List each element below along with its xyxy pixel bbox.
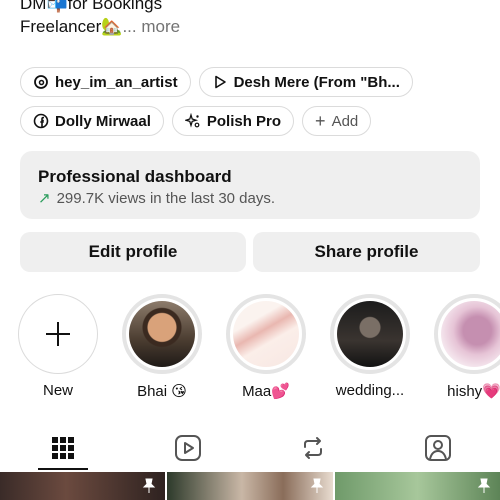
highlight-wedding[interactable]: wedding... [330,294,410,400]
highlight-cover-image [129,301,195,367]
share-profile-button[interactable]: Share profile [253,232,480,272]
music-title: Desh Mere (From "Bh... [233,73,400,91]
pin-icon [143,478,156,493]
highlight-label: wedding... [335,382,405,399]
add-label: Add [331,112,359,130]
bio-more-link[interactable]: ... more [122,17,180,36]
highlight-maa[interactable]: Maa💕 [226,294,306,400]
tab-reels[interactable] [125,426,250,470]
trend-up-arrow-icon: ↗ [38,190,51,207]
facebook-link-chip[interactable]: Dolly Mirwaal [20,106,164,136]
app-name: Polish Pro [206,112,282,130]
tab-posts-grid[interactable] [0,426,125,470]
reposts-icon [303,437,322,459]
story-highlights: New Bhai 😘 Maa💕 wedding... hishy💗 [18,294,500,400]
bio-line-freelancer: Freelancer🏡... more [20,17,181,36]
post-thumbnail[interactable] [167,472,333,500]
grid-icon [51,437,74,459]
plus-icon [46,322,70,346]
plus-icon: + [315,111,326,131]
dashboard-stat-text: 299.7K views in the last 30 days. [56,189,276,207]
reels-icon [174,435,201,461]
dashboard-title: Professional dashboard [38,167,232,186]
highlight-cover-image [233,301,299,367]
tab-tagged[interactable] [375,426,500,470]
post-thumbnail[interactable] [0,472,166,500]
app-chip[interactable]: Polish Pro [171,106,295,136]
tab-reposts[interactable] [250,426,375,470]
tagged-person-icon [424,435,451,461]
highlight-label: Bhai 😘 [137,383,187,400]
threads-link-chip[interactable]: hey_im_an_artist [20,67,191,97]
professional-dashboard-card[interactable]: Professional dashboard ↗ 299.7K views in… [20,151,480,219]
highlight-hishy[interactable]: hishy💗 [434,294,500,400]
facebook-name: Dolly Mirwaal [55,112,151,130]
posts-grid [0,472,500,500]
pin-icon [477,478,491,493]
play-icon [214,75,226,89]
new-highlight-ring [18,294,98,374]
facebook-icon [33,113,49,129]
threads-username: hey_im_an_artist [55,73,178,91]
sparkle-icon [184,113,200,128]
post-thumbnail[interactable] [334,472,500,500]
edit-profile-button[interactable]: Edit profile [20,232,246,272]
threads-icon [34,75,48,89]
music-chip[interactable]: Desh Mere (From "Bh... [198,67,413,97]
profile-bio: DM📬for Bookings Freelancer🏡... more [20,0,180,38]
add-link-chip[interactable]: + Add [302,106,372,136]
dashboard-stat: ↗ 299.7K views in the last 30 days. [38,189,462,208]
bio-line-bookings: DM📬for Bookings [20,0,163,13]
highlight-label: hishy💗 [447,383,500,400]
pin-icon [310,478,323,493]
highlight-label: Maa💕 [242,383,290,400]
highlight-new[interactable]: New [18,294,98,400]
highlight-label: New [42,382,73,399]
highlight-bhai[interactable]: Bhai 😘 [122,294,202,400]
highlight-cover-image [337,301,403,367]
highlight-cover-image [441,301,500,367]
profile-content-tabs [0,426,500,470]
